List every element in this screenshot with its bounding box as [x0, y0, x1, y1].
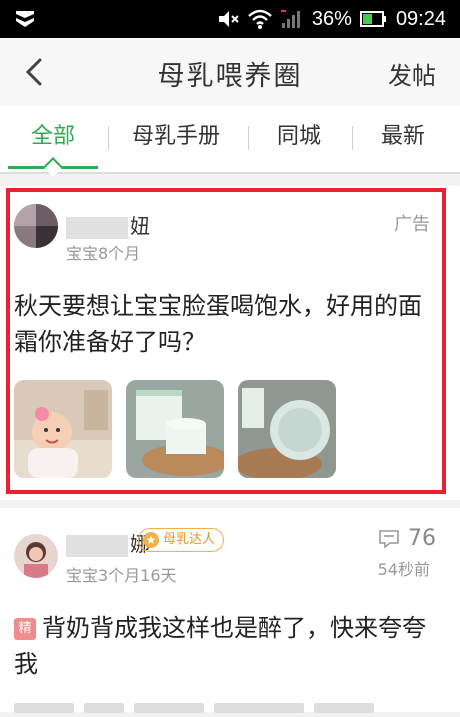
- blurred-name: [66, 534, 128, 557]
- tab-same-city[interactable]: 同城: [256, 106, 342, 168]
- star-icon: ★: [143, 532, 159, 548]
- comment-count: 76: [378, 526, 436, 551]
- notification-shield-icon: [16, 11, 34, 27]
- post-image-baby[interactable]: [14, 380, 112, 478]
- clock: 09:24: [395, 7, 446, 30]
- post-card[interactable]: 娜 ★ 母乳达人 宝宝3个月16天 76 54秒前 精背奶背成我这样也是醉了，快…: [0, 508, 460, 713]
- post-button[interactable]: 发帖: [388, 56, 436, 91]
- title-bar: 母乳喂养圈 发帖: [0, 38, 460, 106]
- post-image-cream-jar[interactable]: [126, 380, 224, 478]
- post-time: 54秒前: [377, 560, 430, 579]
- status-bar: 36% 09:24: [0, 0, 460, 38]
- post-title[interactable]: 秋天要想让宝宝脸蛋喝饱水，好用的面霜你准备好了吗？: [14, 288, 444, 360]
- avatar[interactable]: [14, 204, 58, 248]
- post-card-ad[interactable]: 妞 宝宝8个月 广告 秋天要想让宝宝脸蛋喝饱水，好用的面霜你准备好了吗？: [0, 186, 460, 500]
- battery-icon: [359, 11, 386, 27]
- comment-icon: [379, 529, 399, 549]
- ad-label: 广告: [394, 214, 430, 235]
- post-preview-cut: [14, 698, 424, 713]
- avatar[interactable]: [14, 534, 58, 578]
- tab-divider: [352, 126, 353, 150]
- post-image-cream-lid[interactable]: [238, 380, 336, 478]
- username[interactable]: 妞: [66, 210, 150, 239]
- post-title[interactable]: 精背奶背成我这样也是醉了，快来夸夸我: [14, 610, 444, 682]
- tab-breastfeeding-handbook[interactable]: 母乳手册: [116, 106, 236, 168]
- baby-age: 宝宝8个月: [66, 244, 141, 263]
- expert-badge: ★ 母乳达人: [138, 528, 225, 552]
- tab-bar: 全部 母乳手册 同城 最新: [0, 106, 460, 177]
- battery-percent: 36%: [311, 7, 352, 30]
- tab-divider: [248, 126, 249, 150]
- baby-age: 宝宝3个月16天: [66, 566, 177, 585]
- mute-icon: [218, 11, 239, 27]
- tab-divider: [108, 126, 109, 150]
- blurred-name: [66, 216, 128, 239]
- signal-icon: [280, 10, 300, 28]
- wifi-icon: [248, 9, 272, 29]
- featured-tag: 精: [14, 618, 36, 640]
- tab-latest[interactable]: 最新: [360, 106, 446, 168]
